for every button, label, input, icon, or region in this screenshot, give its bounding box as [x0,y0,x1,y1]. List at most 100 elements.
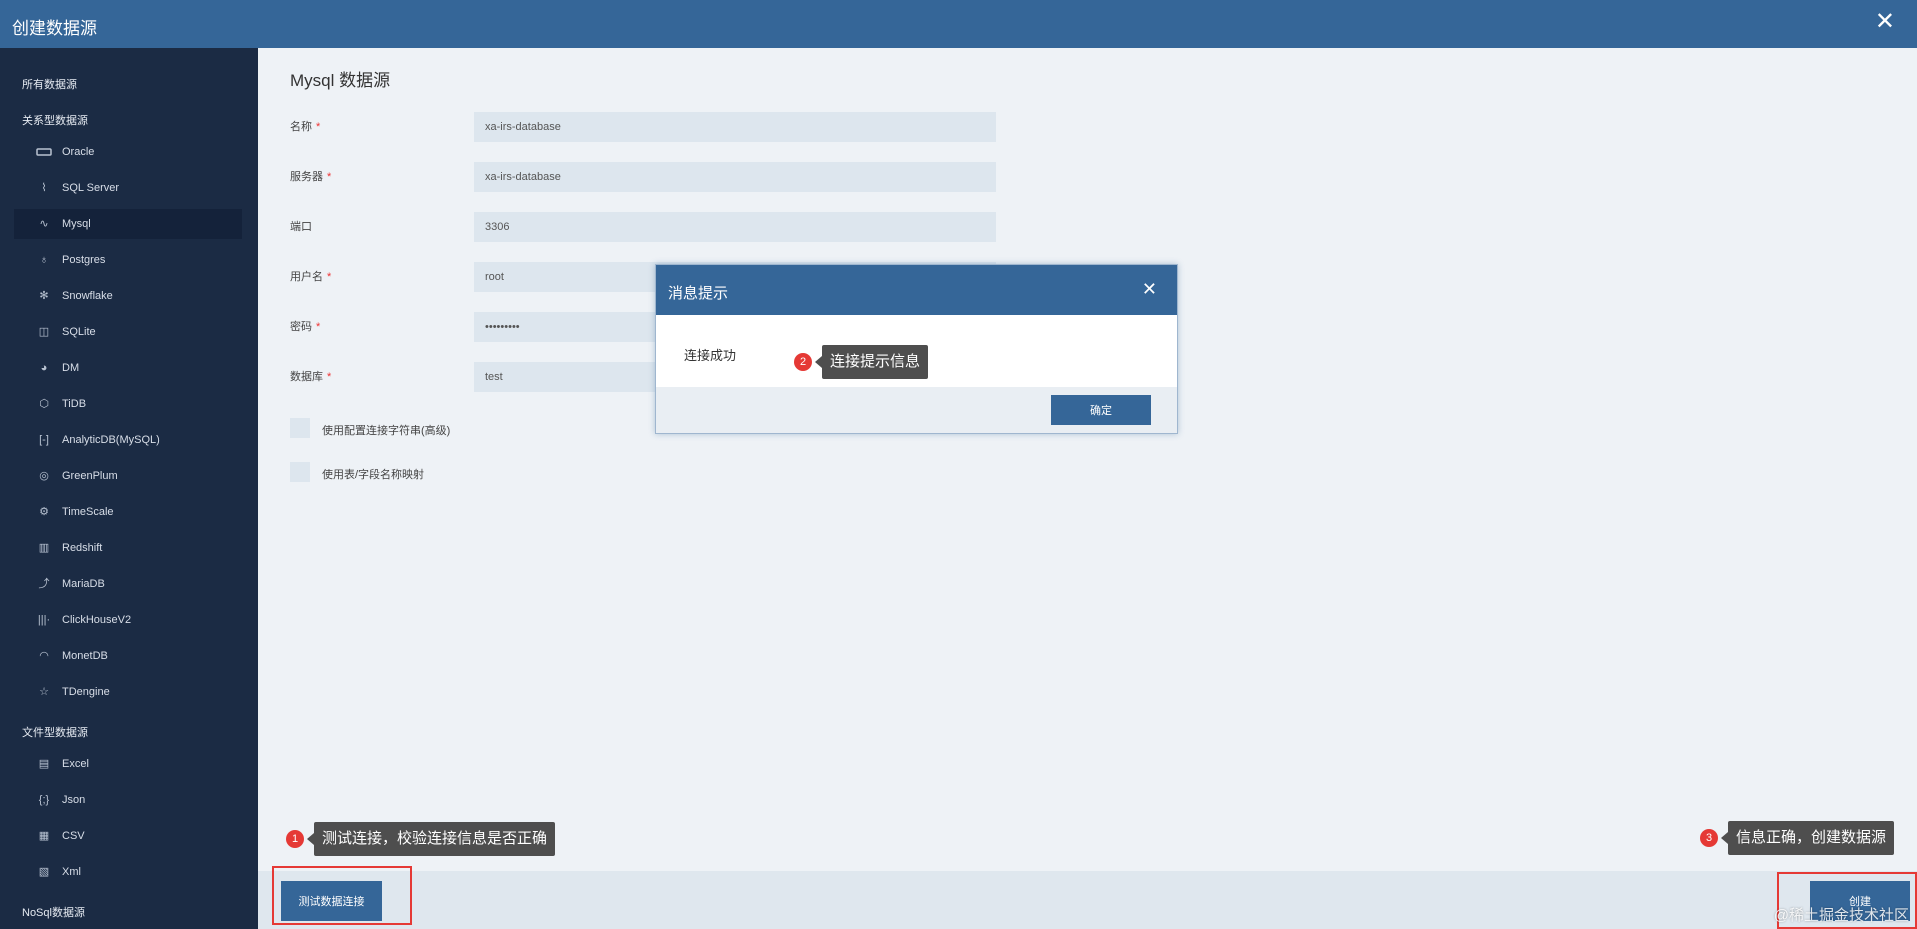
redshift-icon: ▥ [38,542,50,554]
dialog-title: 消息提示 [668,285,729,302]
port-field[interactable]: 3306 [474,212,996,242]
name-label: 名称 * [290,121,321,133]
monetdb-icon: ◠ [39,650,49,662]
sidebar-item-label: Json [62,794,86,806]
close-icon[interactable]: ✕ [1875,10,1895,34]
sqlite-icon: ◫ [38,326,50,338]
database-label: 数据库 * [290,371,332,383]
sidebar-item-xml[interactable]: ▧ Xml [14,857,242,887]
mysql-icon: ∿ [39,218,49,230]
watermark: @稀土掘金技术社区 [1773,907,1909,924]
sidebar-item-clickhouse[interactable]: |||· ClickHouseV2 [14,605,242,635]
sidebar-item-redshift[interactable]: ▥ Redshift [14,533,242,563]
required-mark: * [316,321,321,333]
tidb-icon: ⬡ [39,398,49,410]
annotation-1: 1 测试连接，校验连接信息是否正确 [286,822,586,856]
dialog-close-icon[interactable]: ✕ [1142,279,1157,300]
password-label: 密码 * [290,321,321,333]
name-mapping-label: 使用表/字段名称映射 [322,469,425,481]
sidebar-item-label: Redshift [62,542,103,554]
annotation-3: 3 信息正确，创建数据源 [1700,821,1910,855]
connection-string-label: 使用配置连接字符串(高级) [322,425,451,437]
sidebar-item-snowflake[interactable]: ✻ Snowflake [14,281,242,311]
annotation-number: 3 [1700,829,1718,847]
sidebar-item-label: TDengine [62,686,110,698]
sidebar-item-postgres[interactable]: ♁ Postgres [14,245,242,275]
sidebar-item-tdengine[interactable]: ☆ TDengine [14,677,242,707]
sidebar-item-label: Postgres [62,254,106,266]
annotation-2-overlay: 2 连接提示信息 [794,345,934,379]
annotation-number: 1 [286,830,304,848]
oracle-icon [36,145,52,159]
sidebar-item-tidb[interactable]: ⬡ TiDB [14,389,242,419]
sidebar-item-oracle[interactable]: Oracle [14,137,242,167]
sidebar-item-json[interactable]: {;} Json [14,785,242,815]
sidebar-item-mariadb[interactable]: ⤴ MariaDB [14,569,242,599]
sidebar-item-label: Mysql [62,218,91,230]
sidebar-item-label: SQLite [62,326,96,338]
server-label: 服务器 * [290,171,332,183]
sidebar-item-label: DM [62,362,80,374]
sidebar-item-label: CSV [62,830,85,842]
dialog-ok-button[interactable]: 确定 [1051,395,1151,425]
sidebar-item-label: GreenPlum [62,470,118,482]
sidebar-item-sql-server[interactable]: ⌇ SQL Server [14,173,242,203]
sidebar-group-all[interactable]: 所有数据源 [22,76,77,92]
sidebar-item-mysql[interactable]: ∿ Mysql [14,209,242,239]
sidebar-group-nosql[interactable]: NoSql数据源 [22,904,85,920]
sql-server-icon: ⌇ [41,182,47,194]
sidebar-item-label: Snowflake [62,290,113,302]
sidebar-group-relational[interactable]: 关系型数据源 [22,112,88,128]
postgres-icon: ♁ [39,254,49,266]
sidebar-item-label: SQL Server [62,182,120,194]
json-icon: {;} [38,794,50,806]
required-mark: * [327,171,332,183]
dialog-footer: 确定 [656,387,1177,433]
sidebar-item-label: MariaDB [62,578,105,590]
greenplum-icon: ◎ [39,470,49,482]
test-button-highlight [272,866,412,925]
datasource-sidebar: 所有数据源 关系型数据源 Oracle ⌇ SQL Server ∿ Mysql… [0,48,258,929]
sidebar-item-label: AnalyticDB(MySQL) [62,434,160,446]
sidebar-item-label: TiDB [62,398,87,410]
sidebar-item-excel[interactable]: ▤ Excel [14,749,242,779]
analyticdb-icon: [-] [39,434,49,446]
required-mark: * [327,271,332,283]
annotation-text: 连接提示信息 [814,345,929,379]
server-field[interactable]: xa-irs-database [474,162,996,192]
sidebar-item-analyticdb[interactable]: [-] AnalyticDB(MySQL) [14,425,242,455]
sidebar-item-dm[interactable]: ◕ DM [14,353,242,383]
sidebar-item-label: ClickHouseV2 [62,614,132,626]
required-mark: * [327,371,332,383]
name-field[interactable]: xa-irs-database [474,112,996,142]
page-title: Mysql 数据源 [290,71,391,90]
timescale-icon: ⚙ [39,506,49,518]
sidebar-item-csv[interactable]: ▦ CSV [14,821,242,851]
annotation-text: 信息正确，创建数据源 [1720,821,1895,855]
snowflake-icon: ✻ [39,290,49,302]
name-mapping-checkbox[interactable] [290,462,310,482]
dialog-message: 连接成功 [684,348,737,363]
clickhouse-icon: |||· [37,614,51,626]
sidebar-item-monetdb[interactable]: ◠ MonetDB [14,641,242,671]
tdengine-icon: ☆ [39,686,49,698]
xml-icon: ▧ [38,866,50,878]
sidebar-item-label: Oracle [62,146,95,158]
sidebar-group-file[interactable]: 文件型数据源 [22,724,88,740]
footer-bar [258,871,1917,929]
annotation-text: 测试连接，校验连接信息是否正确 [306,822,556,856]
sidebar-item-greenplum[interactable]: ◎ GreenPlum [14,461,242,491]
csv-icon: ▦ [38,830,50,842]
dialog-header: 消息提示 ✕ [656,265,1177,315]
sidebar-item-sqlite[interactable]: ◫ SQLite [14,317,242,347]
sidebar-item-label: MonetDB [62,650,108,662]
sidebar-item-label: TimeScale [62,506,114,518]
port-label: 端口 [290,221,312,233]
sidebar-item-label: Xml [62,866,81,878]
excel-icon: ▤ [38,758,50,770]
annotation-number: 2 [794,353,812,371]
connection-string-checkbox[interactable] [290,418,310,438]
dm-icon: ◕ [40,362,48,374]
sidebar-item-timescale[interactable]: ⚙ TimeScale [14,497,242,527]
datasource-form: Mysql 数据源 名称 * xa-irs-database 服务器 * xa-ir… [258,48,1917,871]
